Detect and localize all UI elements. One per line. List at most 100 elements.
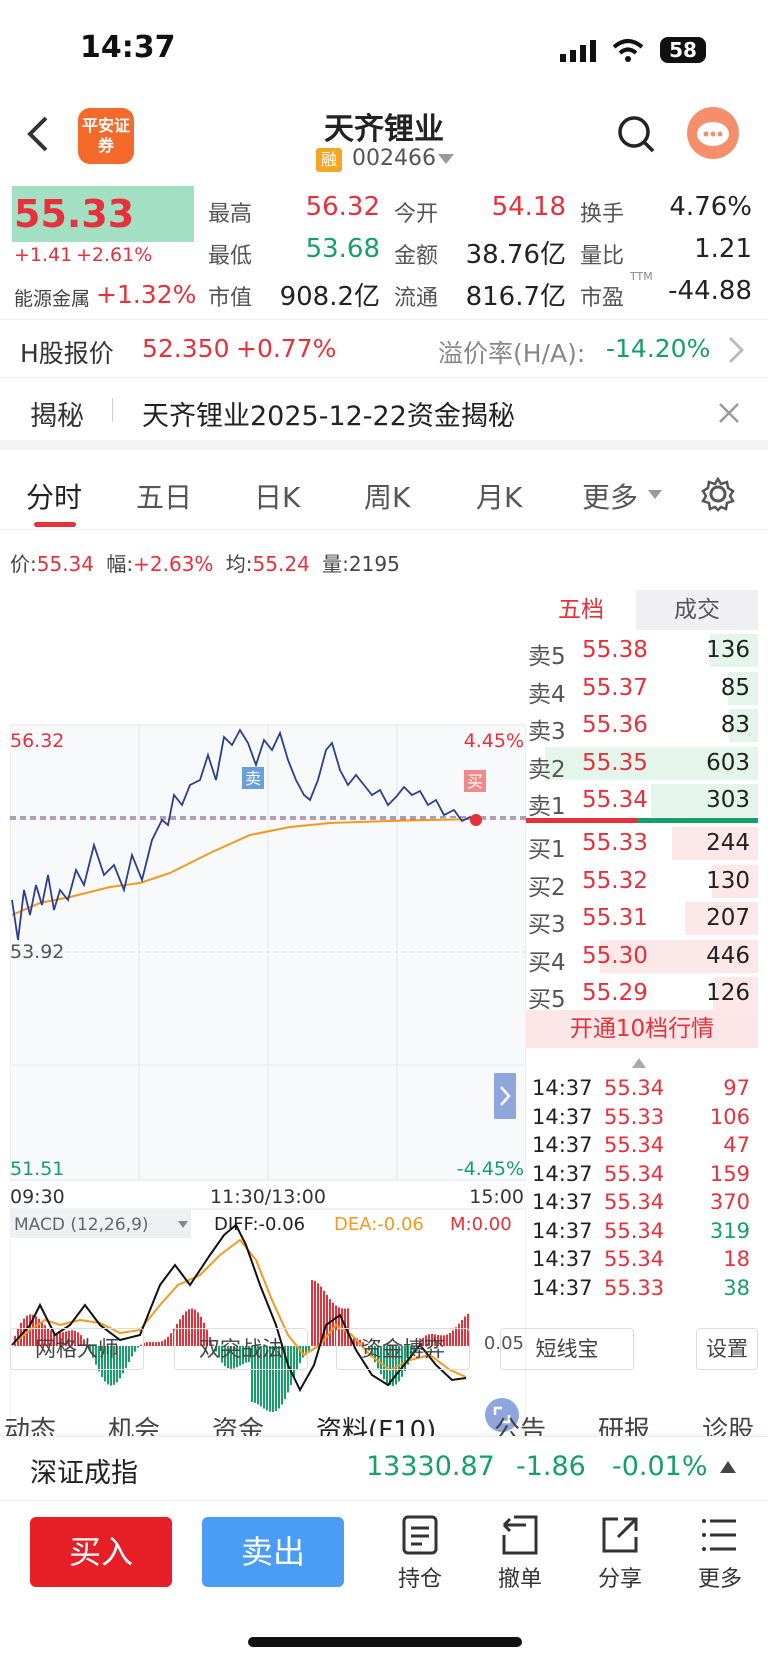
ask-level-row[interactable]: 卖5 55.38 136 xyxy=(526,632,758,670)
macd-title[interactable]: MACD (12,26,9) xyxy=(14,1215,149,1235)
premium-value: -14.20% xyxy=(606,334,711,363)
tab-weekly-k[interactable]: 周K xyxy=(364,476,410,516)
close-icon[interactable] xyxy=(718,402,740,424)
tab-announcements[interactable]: 公告 xyxy=(494,1410,546,1436)
tab-trades[interactable]: 成交 xyxy=(636,590,758,630)
level-price: 55.38 xyxy=(582,637,648,663)
tab-research[interactable]: 研报 xyxy=(598,1410,650,1436)
bid-level-row[interactable]: 买3 55.31 207 xyxy=(526,900,758,938)
info-price: 55.34 xyxy=(36,552,95,576)
trade-volume: 38 xyxy=(723,1275,750,1300)
ask-level-row[interactable]: 卖4 55.37 85 xyxy=(526,670,758,708)
level-label: 买4 xyxy=(528,949,566,976)
level-price: 55.30 xyxy=(582,942,648,969)
battery-level: 58 xyxy=(669,38,697,62)
collapse-up-icon[interactable] xyxy=(632,1058,646,1068)
macd-m: M:0.00 xyxy=(450,1214,512,1235)
x-axis-mid: 11:30/13:00 xyxy=(210,1186,326,1208)
info-avg-label: 均: xyxy=(225,552,253,576)
tab-f10[interactable]: 资料(F10) xyxy=(316,1410,436,1436)
tab-funds[interactable]: 资金 xyxy=(212,1410,264,1436)
reveal-tag: 揭秘 xyxy=(30,401,84,432)
tab-diagnosis[interactable]: 诊股 xyxy=(702,1410,754,1436)
h-share-pct: +0.77% xyxy=(236,334,337,363)
pct-axis-low: -4.45% xyxy=(457,1158,524,1180)
ask-level-row[interactable]: 卖1 55.34 303 xyxy=(526,782,758,820)
index-ticker[interactable]: 深证成指 13330.87 -1.86 -0.01% xyxy=(0,1436,768,1498)
more-button[interactable]: 更多 xyxy=(690,1515,750,1593)
tab-news[interactable]: 动态 xyxy=(4,1410,56,1436)
level-label: 卖3 xyxy=(528,719,566,745)
level-price: 55.37 xyxy=(582,674,648,701)
tab-daily-k[interactable]: 日K xyxy=(254,476,300,516)
expand-panel-button[interactable] xyxy=(494,1073,516,1119)
code-dropdown-icon[interactable] xyxy=(438,154,454,166)
grid-master-button[interactable]: 网格大师 xyxy=(10,1328,144,1370)
short-term-button[interactable]: 短线宝 xyxy=(500,1328,634,1370)
tab-five-levels[interactable]: 五档 xyxy=(526,590,636,630)
level-volume: 244 xyxy=(706,830,750,856)
tab-monthly-k[interactable]: 月K xyxy=(476,476,522,516)
trade-price: 55.33 xyxy=(604,1104,665,1129)
level-price: 55.31 xyxy=(582,905,648,931)
level-label: 买5 xyxy=(528,987,566,1013)
stat-label: 量比 xyxy=(580,244,625,269)
trade-row: 14:37 55.34 319 xyxy=(526,1219,758,1247)
trade-row: 14:37 55.34 47 xyxy=(526,1133,758,1161)
bid-bar xyxy=(638,818,758,823)
trade-time: 14:37 xyxy=(532,1076,593,1100)
h-share-bar[interactable]: H股报价 52.350 +0.77% 溢价率(H/A): -14.20% xyxy=(0,322,768,378)
level-price: 55.36 xyxy=(582,712,648,738)
expand-up-icon[interactable] xyxy=(720,1461,736,1473)
ask-level-row[interactable]: 卖3 55.36 83 xyxy=(526,707,758,745)
reveal-banner[interactable]: 揭秘 天齐锂业2025-12-22资金揭秘 xyxy=(0,380,768,450)
level-label: 卖1 xyxy=(528,794,566,820)
level-label: 买2 xyxy=(528,874,566,901)
bid-level-row[interactable]: 买5 55.29 126 xyxy=(526,975,758,1013)
chart-tabs: 分时 五日 日K 周K 月K 更多 xyxy=(0,462,768,530)
index-value: 13330.87 xyxy=(366,1451,495,1482)
search-icon[interactable] xyxy=(616,114,656,154)
tab-intraday[interactable]: 分时 xyxy=(26,476,82,516)
trade-volume: 159 xyxy=(709,1161,750,1186)
h-share-label: H股报价 xyxy=(20,339,114,368)
stat-label: 最高 xyxy=(208,202,253,227)
share-button[interactable]: 分享 xyxy=(590,1515,650,1593)
buy-button[interactable]: 买入 xyxy=(30,1517,172,1587)
fund-game-button[interactable]: 资金博弈 xyxy=(336,1328,470,1370)
assistant-avatar-icon[interactable] xyxy=(686,106,740,160)
trade-price: 55.33 xyxy=(604,1275,665,1300)
cancel-order-button[interactable]: 撤单 xyxy=(490,1515,550,1593)
trade-row: 14:37 55.33 38 xyxy=(526,1276,758,1304)
double-breakout-button[interactable]: 双突战法 xyxy=(174,1328,308,1370)
stat-value: 4.76% xyxy=(669,192,752,222)
tool-settings-button[interactable]: 设置 xyxy=(696,1328,758,1370)
level-volume: 83 xyxy=(720,712,750,738)
holdings-button[interactable]: 持仓 xyxy=(390,1515,450,1593)
h-share-price: 52.350 xyxy=(142,334,230,363)
level-volume: 126 xyxy=(706,980,750,1006)
sell-button[interactable]: 卖出 xyxy=(202,1517,344,1587)
upgrade-10-levels-button[interactable]: 开通10档行情 xyxy=(526,1010,758,1048)
sector-pct[interactable]: +1.32% xyxy=(96,280,196,309)
more-dropdown-icon xyxy=(648,490,662,499)
level-label: 卖4 xyxy=(528,681,566,708)
more-label: 更多 xyxy=(697,1567,742,1592)
stat-label: 换手 xyxy=(580,202,625,227)
tab-five-day[interactable]: 五日 xyxy=(136,476,192,516)
stat-label: 金额 xyxy=(394,244,439,269)
trade-time: 14:37 xyxy=(532,1133,593,1157)
tab-opportunity[interactable]: 机会 xyxy=(108,1410,160,1436)
sector-name[interactable]: 能源金属 xyxy=(14,284,90,311)
quote-panel: 55.33 +1.41 +2.61% 能源金属 +1.32% 最高 56.32 今开… xyxy=(0,182,768,320)
index-change: -1.86 xyxy=(516,1451,586,1482)
tab-more[interactable]: 更多 xyxy=(582,476,638,516)
trade-row: 14:37 55.33 106 xyxy=(526,1105,758,1133)
stock-header: 平安证券 天齐锂业 融 002466 xyxy=(0,96,768,180)
bid-level-row[interactable]: 买1 55.33 244 xyxy=(526,825,758,863)
bid-level-row[interactable]: 买2 55.32 130 xyxy=(526,863,758,901)
ask-level-row[interactable]: 卖2 55.35 603 xyxy=(526,745,758,783)
bid-level-row[interactable]: 买4 55.30 446 xyxy=(526,938,758,976)
settings-gear-icon[interactable] xyxy=(700,476,736,512)
home-indicator[interactable] xyxy=(248,1637,522,1647)
